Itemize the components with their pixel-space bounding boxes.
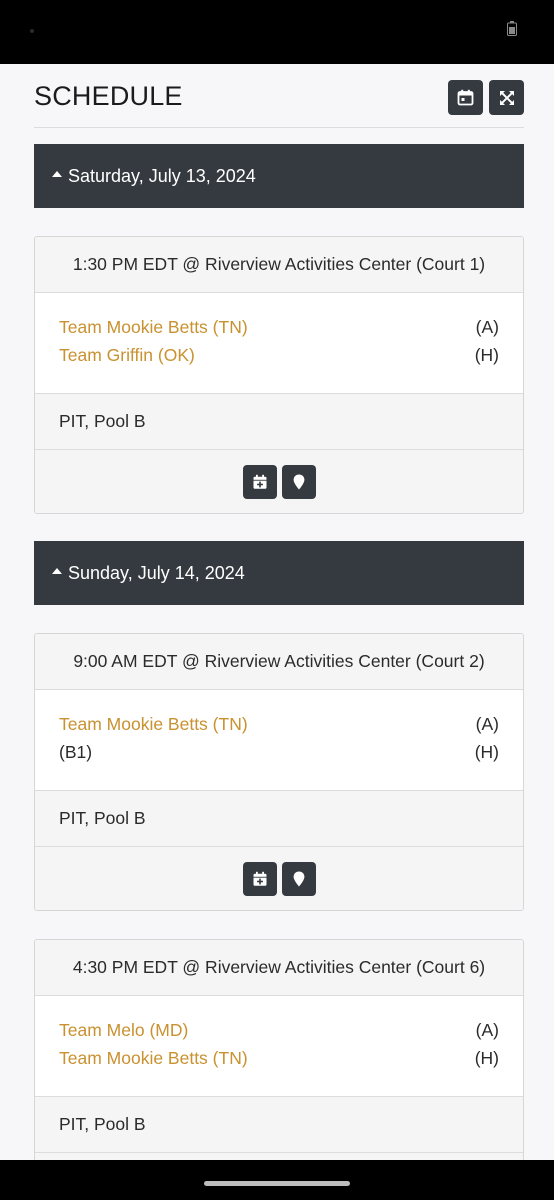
team-row: Team Mookie Betts (TN) (A) bbox=[59, 714, 499, 742]
game-teams: Team Mookie Betts (TN) (A) (B1) (H) bbox=[35, 690, 523, 791]
page-header: SCHEDULE bbox=[34, 64, 524, 128]
fullscreen-button[interactable] bbox=[489, 80, 524, 115]
game-card: 9:00 AM EDT @ Riverview Activities Cente… bbox=[34, 633, 524, 911]
team-link[interactable]: Team Mookie Betts (TN) bbox=[59, 1048, 248, 1076]
game-time-location: 1:30 PM EDT @ Riverview Activities Cente… bbox=[35, 237, 523, 293]
game-time-location: 9:00 AM EDT @ Riverview Activities Cente… bbox=[35, 634, 523, 690]
navigation-bar bbox=[0, 1160, 554, 1200]
team-side: (A) bbox=[475, 714, 499, 734]
battery-icon bbox=[507, 21, 517, 36]
team-link[interactable]: Team Melo (MD) bbox=[59, 1020, 188, 1048]
team-row: Team Griffin (OK) (H) bbox=[59, 345, 499, 373]
team-side: (H) bbox=[474, 742, 499, 762]
team-row: Team Melo (MD) (A) bbox=[59, 1020, 499, 1048]
team-link[interactable]: Team Mookie Betts (TN) bbox=[59, 317, 248, 345]
day-header-saturday[interactable]: Saturday, July 13, 2024 bbox=[34, 144, 524, 208]
game-division-pool: PIT, Pool B bbox=[35, 791, 523, 847]
team-placeholder: (B1) bbox=[59, 742, 93, 762]
calendar-button[interactable] bbox=[448, 80, 483, 115]
caret-up-icon bbox=[52, 171, 62, 177]
day-header-sunday[interactable]: Sunday, July 14, 2024 bbox=[34, 541, 524, 605]
team-side: (A) bbox=[475, 317, 499, 337]
caret-up-icon bbox=[52, 568, 62, 574]
team-row: Team Mookie Betts (TN) (A) bbox=[59, 317, 499, 345]
game-actions bbox=[35, 1153, 523, 1160]
game-division-pool: PIT, Pool B bbox=[35, 1097, 523, 1153]
day-label: Sunday, July 14, 2024 bbox=[68, 562, 245, 583]
schedule-page: SCHEDULE Saturday, July 13, 2024 1:30 PM… bbox=[0, 64, 554, 1160]
location-button[interactable] bbox=[281, 464, 316, 499]
game-teams: Team Melo (MD) (A) Team Mookie Betts (TN… bbox=[35, 996, 523, 1097]
expand-icon bbox=[499, 90, 514, 105]
location-button[interactable] bbox=[281, 861, 316, 896]
team-side: (H) bbox=[474, 1048, 499, 1068]
status-bar bbox=[0, 0, 554, 64]
team-side: (H) bbox=[474, 345, 499, 365]
home-gesture-handle[interactable] bbox=[204, 1181, 350, 1186]
map-marker-icon bbox=[293, 474, 304, 489]
calendar-plus-icon bbox=[253, 474, 266, 489]
team-link[interactable]: Team Mookie Betts (TN) bbox=[59, 714, 248, 742]
game-division-pool: PIT, Pool B bbox=[35, 394, 523, 450]
team-row: (B1) (H) bbox=[59, 742, 499, 770]
game-time-location: 4:30 PM EDT @ Riverview Activities Cente… bbox=[35, 940, 523, 996]
team-link[interactable]: Team Griffin (OK) bbox=[59, 345, 195, 373]
camera-dot bbox=[30, 29, 34, 33]
day-label: Saturday, July 13, 2024 bbox=[68, 165, 256, 186]
page-title: SCHEDULE bbox=[34, 81, 183, 111]
game-card: 4:30 PM EDT @ Riverview Activities Cente… bbox=[34, 939, 524, 1160]
map-marker-icon bbox=[293, 871, 304, 886]
team-side: (A) bbox=[475, 1020, 499, 1040]
game-teams: Team Mookie Betts (TN) (A) Team Griffin … bbox=[35, 293, 523, 394]
game-card: 1:30 PM EDT @ Riverview Activities Cente… bbox=[34, 236, 524, 514]
add-to-calendar-button[interactable] bbox=[242, 464, 277, 499]
add-to-calendar-button[interactable] bbox=[242, 861, 277, 896]
calendar-plus-icon bbox=[253, 871, 266, 886]
game-actions bbox=[35, 450, 523, 513]
team-row: Team Mookie Betts (TN) (H) bbox=[59, 1048, 499, 1076]
game-actions bbox=[35, 847, 523, 910]
calendar-icon bbox=[457, 89, 474, 106]
